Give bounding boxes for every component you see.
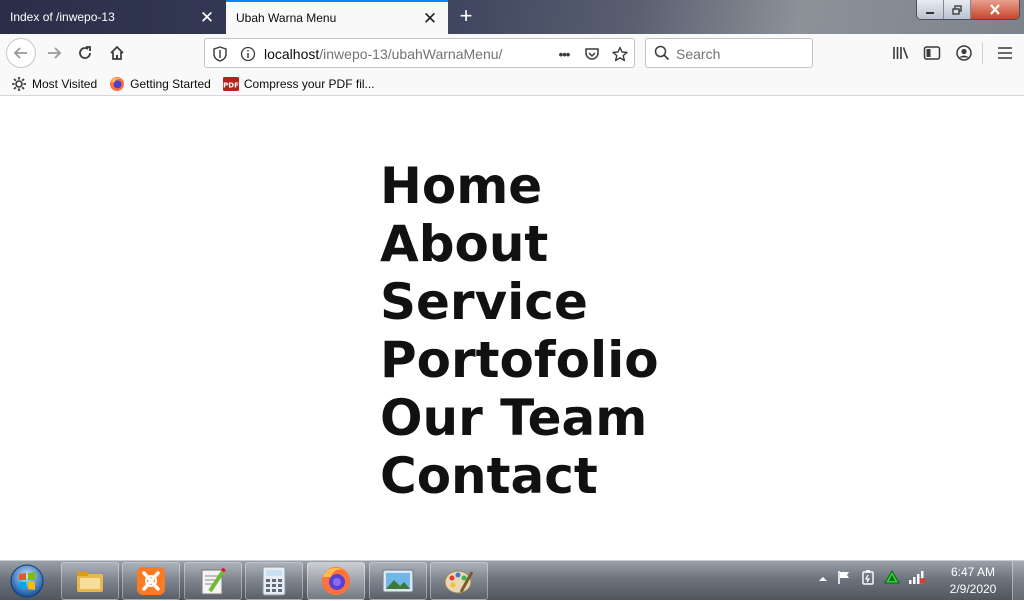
taskbar: 6:47 AM 2/9/2020 bbox=[0, 560, 1024, 601]
arrow-right-icon bbox=[48, 47, 62, 59]
bookmark-label: Most Visited bbox=[32, 76, 98, 91]
restore-icon bbox=[952, 4, 962, 15]
xampp-icon bbox=[137, 567, 165, 595]
sync-status-icon[interactable] bbox=[884, 569, 900, 590]
menu-button[interactable] bbox=[991, 39, 1019, 67]
close-tab-icon[interactable]: ✕ bbox=[422, 10, 438, 27]
url-text[interactable]: localhost/inwepo-13/ubahWarnaMenu/ bbox=[264, 46, 502, 62]
bookmark-compress-pdf[interactable]: PDF Compress your PDF fil... bbox=[222, 76, 375, 92]
notepadpp-icon bbox=[201, 567, 226, 595]
taskbar-calculator[interactable] bbox=[245, 562, 303, 600]
file-explorer-icon bbox=[77, 571, 103, 592]
window-controls bbox=[916, 0, 1020, 20]
pdf-icon: PDF bbox=[222, 76, 239, 92]
power-battery-icon[interactable] bbox=[860, 569, 876, 590]
image-viewer-icon bbox=[382, 569, 414, 593]
search-bar[interactable] bbox=[645, 38, 813, 68]
nav-menu: Home About Service Portofolio Our Team C… bbox=[380, 157, 659, 505]
tab-index-inwepo[interactable]: Index of /inwepo-13 ✕ bbox=[0, 0, 225, 34]
windows-start-icon bbox=[10, 564, 44, 598]
navigation-toolbar: localhost/inwepo-13/ubahWarnaMenu/ ••• bbox=[0, 34, 1024, 72]
library-button[interactable] bbox=[887, 39, 915, 67]
search-input[interactable] bbox=[676, 45, 806, 63]
pocket-icon[interactable] bbox=[583, 45, 601, 63]
calculator-icon bbox=[262, 566, 286, 596]
restore-button[interactable] bbox=[944, 0, 971, 19]
system-clock[interactable]: 6:47 AM 2/9/2020 bbox=[940, 564, 1006, 598]
clock-time: 6:47 AM bbox=[950, 565, 996, 579]
tab-strip: Index of /inwepo-13 ✕ Ubah Warna Menu ✕ … bbox=[0, 0, 1024, 34]
toolbar-separator bbox=[982, 42, 983, 64]
reload-button[interactable] bbox=[70, 39, 100, 67]
tab-title: Index of /inwepo-13 bbox=[10, 10, 115, 24]
taskbar-image-viewer[interactable] bbox=[369, 562, 427, 600]
bookmark-label: Compress your PDF fil... bbox=[243, 76, 375, 91]
back-button[interactable] bbox=[6, 38, 36, 68]
hamburger-menu-icon bbox=[998, 47, 1012, 59]
site-info-icon[interactable] bbox=[239, 45, 257, 63]
bookmark-star-icon[interactable] bbox=[611, 45, 629, 63]
tab-title: Ubah Warna Menu bbox=[236, 11, 337, 25]
bookmark-most-visited[interactable]: Most Visited bbox=[11, 76, 97, 92]
firefox-icon bbox=[322, 567, 350, 595]
home-icon bbox=[110, 45, 124, 60]
bookmark-getting-started[interactable]: Getting Started bbox=[109, 76, 211, 92]
library-icon bbox=[893, 47, 909, 59]
taskbar-notepadpp[interactable] bbox=[184, 562, 242, 600]
menu-item-service[interactable]: Service bbox=[380, 273, 659, 331]
paint-icon bbox=[444, 570, 474, 594]
reload-icon bbox=[79, 46, 91, 59]
page-actions-icon[interactable]: ••• bbox=[555, 45, 573, 63]
taskbar-firefox[interactable] bbox=[307, 562, 365, 600]
url-path: /inwepo-13/ubahWarnaMenu/ bbox=[319, 46, 503, 62]
menu-item-home[interactable]: Home bbox=[380, 157, 659, 215]
menu-item-portofolio[interactable]: Portofolio bbox=[380, 331, 659, 389]
show-hidden-icons-icon[interactable] bbox=[818, 571, 828, 589]
clock-date: 2/9/2020 bbox=[949, 582, 997, 596]
taskbar-xampp[interactable] bbox=[122, 562, 180, 600]
url-host: localhost bbox=[264, 46, 320, 62]
sidebar-button[interactable] bbox=[918, 39, 946, 67]
search-icon bbox=[654, 45, 670, 61]
url-bar[interactable]: localhost/inwepo-13/ubahWarnaMenu/ ••• bbox=[204, 38, 635, 68]
tracking-protection-icon[interactable] bbox=[211, 45, 229, 63]
close-window-button[interactable] bbox=[971, 0, 1019, 19]
start-button[interactable] bbox=[4, 562, 50, 600]
minimize-button[interactable] bbox=[917, 0, 944, 19]
taskbar-file-explorer[interactable] bbox=[61, 562, 119, 600]
menu-item-about[interactable]: About bbox=[380, 215, 659, 273]
firefox-icon bbox=[109, 76, 125, 92]
close-tab-icon[interactable]: ✕ bbox=[199, 9, 215, 26]
bookmark-label: Getting Started bbox=[130, 76, 211, 91]
new-tab-icon[interactable]: + bbox=[455, 5, 477, 27]
menu-item-our-team[interactable]: Our Team bbox=[380, 389, 659, 447]
network-signal-icon[interactable] bbox=[908, 569, 926, 590]
action-center-flag-icon[interactable] bbox=[836, 569, 852, 590]
taskbar-paint[interactable] bbox=[430, 562, 488, 600]
gear-icon bbox=[11, 76, 27, 92]
close-icon bbox=[990, 4, 1000, 15]
show-desktop-button[interactable] bbox=[1012, 561, 1024, 601]
page-content: Home About Service Portofolio Our Team C… bbox=[0, 97, 1024, 560]
pdf-badge-text: PDF bbox=[223, 81, 239, 89]
arrow-left-icon bbox=[13, 47, 27, 59]
account-icon bbox=[956, 45, 972, 61]
forward-button[interactable] bbox=[39, 39, 69, 67]
minimize-icon bbox=[926, 11, 934, 14]
bookmarks-toolbar: Most Visited Getting Started PDF Compres… bbox=[0, 72, 1024, 96]
system-tray bbox=[818, 569, 926, 590]
menu-item-contact[interactable]: Contact bbox=[380, 447, 659, 505]
tab-ubah-warna-menu[interactable]: Ubah Warna Menu ✕ bbox=[226, 0, 448, 34]
home-button[interactable] bbox=[102, 39, 132, 67]
sidebar-icon bbox=[923, 46, 941, 60]
account-button[interactable] bbox=[950, 39, 978, 67]
